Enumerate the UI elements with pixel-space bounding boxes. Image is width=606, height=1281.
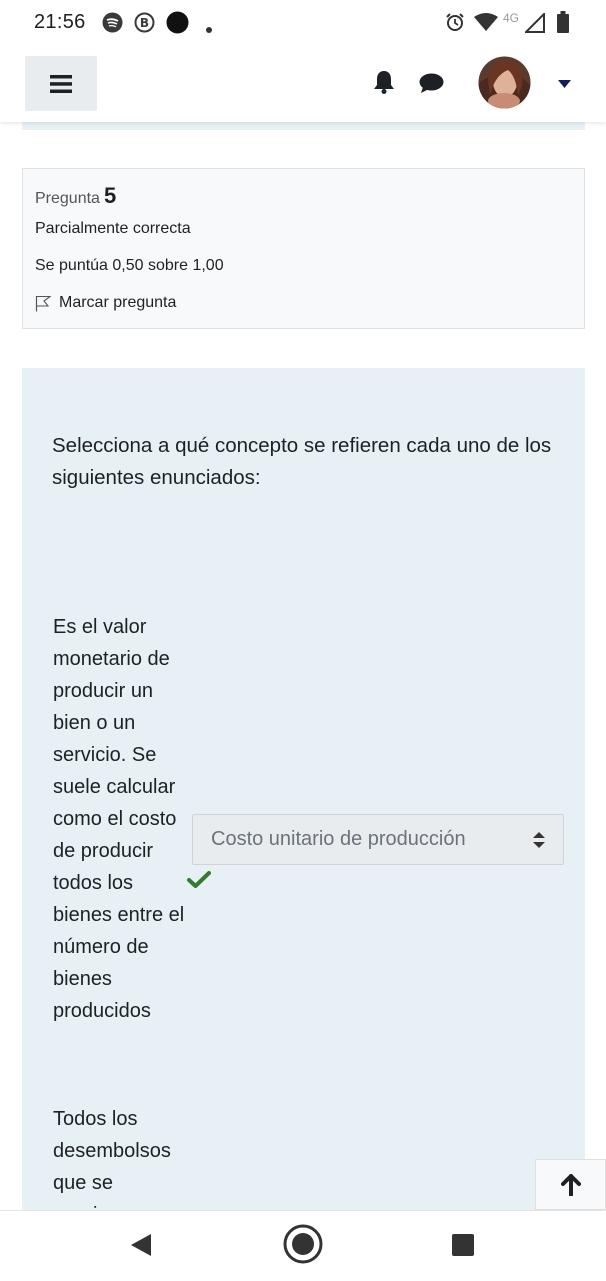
- back-icon[interactable]: [130, 1233, 152, 1262]
- spotify-icon: [102, 12, 123, 38]
- avatar[interactable]: [478, 56, 531, 114]
- caret-down-icon[interactable]: [558, 75, 571, 93]
- system-nav-bar: [0, 1210, 606, 1281]
- network-type: 4G: [503, 11, 520, 25]
- home-icon[interactable]: [282, 1223, 324, 1270]
- match-stem: Es el valor monetario de producir un bie…: [53, 616, 185, 1022]
- question-number: 5: [103, 183, 117, 208]
- b-icon: B: [134, 12, 155, 38]
- battery-icon: [557, 11, 569, 38]
- back-to-top-button[interactable]: [535, 1159, 606, 1210]
- correct-check-icon: [187, 871, 211, 894]
- recents-icon[interactable]: [452, 1234, 474, 1261]
- flag-question-link[interactable]: Marcar pregunta: [35, 294, 176, 312]
- arrow-up-icon: [560, 1173, 581, 1196]
- select-value: Costo unitario de producción: [211, 828, 466, 850]
- question-grade: Se puntúa 0,50 sobre 1,00: [35, 257, 224, 274]
- chat-icon[interactable]: [419, 73, 444, 99]
- question-info-box: Pregunta 5 Parcialmente correcta Se puntú…: [22, 168, 585, 329]
- dot-icon: [166, 11, 189, 39]
- status-time: 21:56: [34, 11, 86, 33]
- small-dot-icon: [206, 20, 212, 38]
- status-bar: 21:56 B 4G: [0, 0, 606, 46]
- select-arrows-icon: [533, 832, 545, 853]
- question-prompt: Selecciona a qué concepto se refieren ca…: [52, 434, 552, 489]
- question-label: Pregunta 5: [35, 183, 116, 209]
- app-header: [0, 46, 606, 122]
- hamburger-menu-icon: [50, 74, 72, 93]
- question-state: Parcialmente correcta: [35, 220, 191, 237]
- hamburger-menu-button[interactable]: [25, 56, 97, 111]
- question-content: Selecciona a qué concepto se refieren ca…: [22, 368, 585, 1210]
- flag-icon: [35, 295, 51, 311]
- flag-question-label: Marcar pregunta: [59, 294, 177, 311]
- wifi-icon: [474, 13, 498, 36]
- question-label-text: Pregunta: [35, 190, 100, 207]
- bell-icon[interactable]: [373, 70, 395, 99]
- svg-text:B: B: [140, 16, 149, 30]
- signal-icon: [523, 11, 545, 38]
- alarm-icon: [445, 12, 465, 37]
- match-stem: Todos los desembolsos que se requieren: [53, 1108, 171, 1210]
- match-answer-select[interactable]: Costo unitario de producción: [192, 814, 564, 865]
